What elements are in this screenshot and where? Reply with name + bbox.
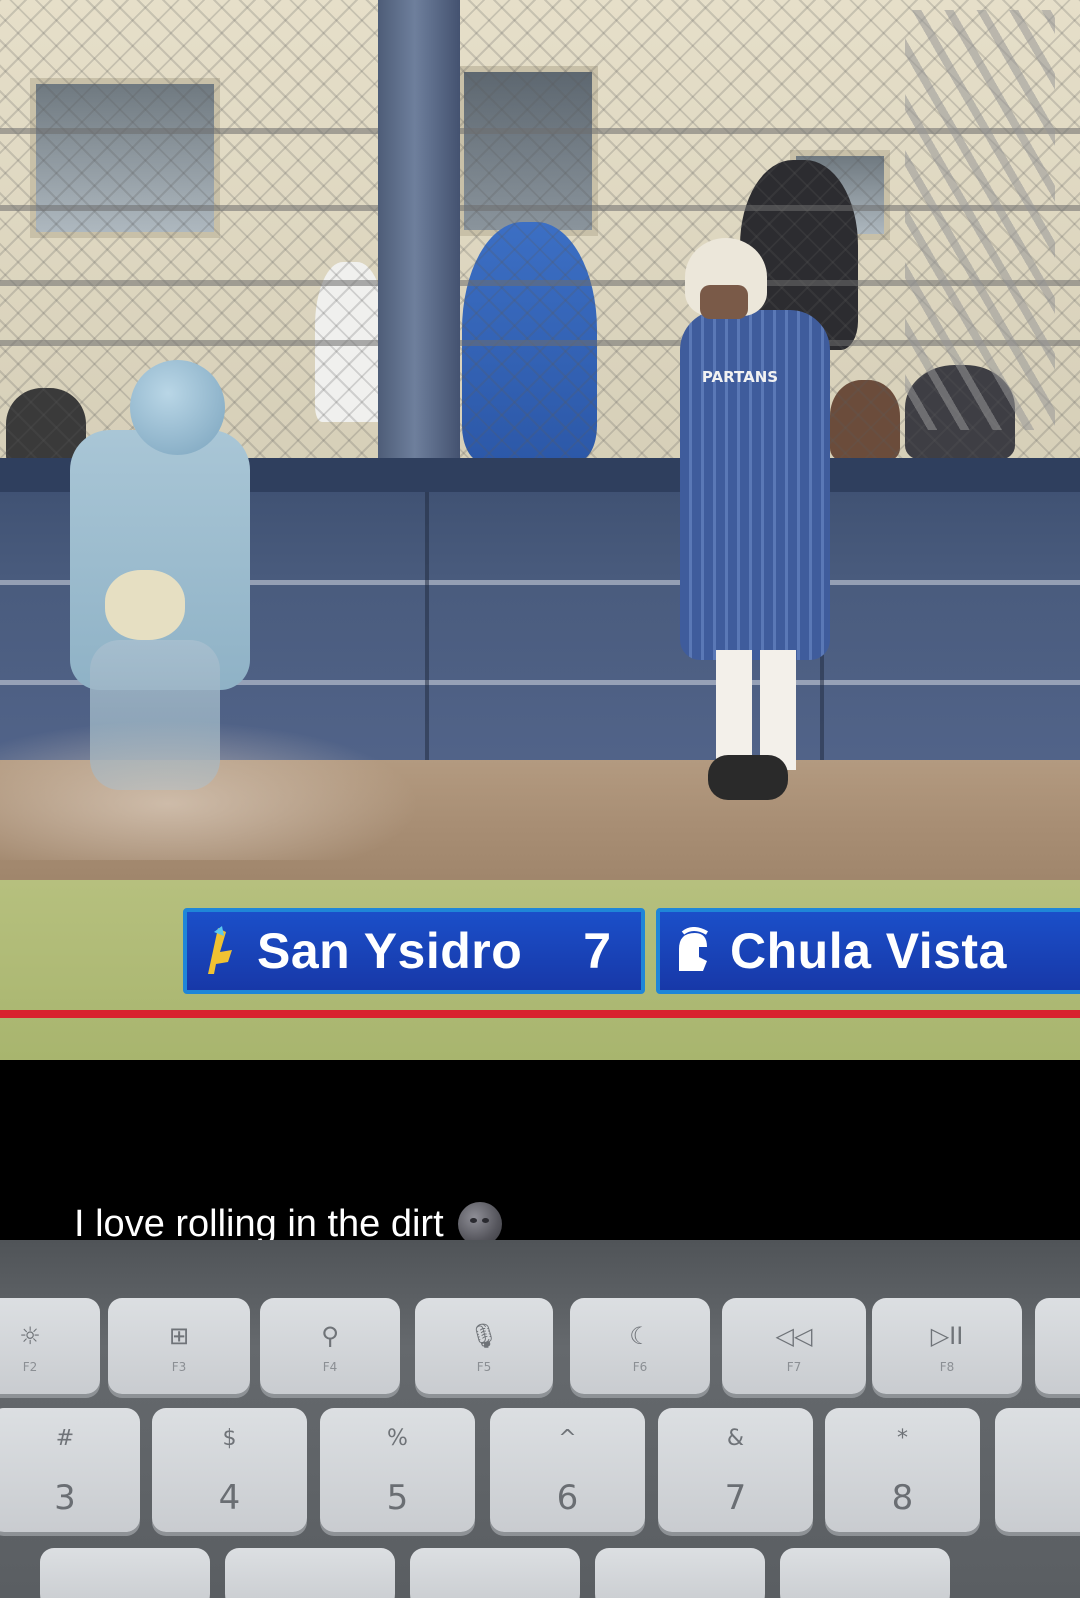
spartan-helmet-icon [670, 921, 716, 981]
batter [680, 310, 830, 660]
stair-railing [905, 10, 1055, 430]
dust-cloud [0, 720, 420, 860]
catcher-mitt [105, 570, 185, 640]
key-8: * 8 [825, 1408, 980, 1532]
rewind-icon: ◁◁ [775, 1322, 813, 1350]
key-row-partial [40, 1548, 210, 1598]
home-team-name: San Ysidro [257, 923, 523, 979]
key-5: % 5 [320, 1408, 475, 1532]
key-row-partial [410, 1548, 580, 1598]
tv-broadcast-frame: PARTANS San Ysidro 7 Chula Vista [0, 0, 1080, 1060]
key-4: $ 4 [152, 1408, 307, 1532]
key-f7: ◁◁ F7 [722, 1298, 866, 1394]
key-3: # 3 [0, 1408, 140, 1532]
home-team-score-box: San Ysidro 7 [183, 908, 645, 994]
key-f3: ⊞ F3 [108, 1298, 250, 1394]
scorebug-red-stripe [0, 1010, 1080, 1018]
key-row-partial [225, 1548, 395, 1598]
batter-socks [716, 650, 796, 770]
key-9 [995, 1408, 1080, 1532]
key-f5: 🎙 F5 [415, 1298, 553, 1394]
search-icon: ⚲ [321, 1322, 339, 1350]
key-7: & 7 [658, 1408, 813, 1532]
san-ysidro-logo-icon [197, 921, 243, 981]
wall-seam [425, 492, 429, 762]
key-f9 [1035, 1298, 1080, 1394]
key-row-partial [595, 1548, 765, 1598]
moon-icon: ☾ [629, 1322, 651, 1350]
key-f6: ☾ F6 [570, 1298, 710, 1394]
home-team-score: 7 [583, 923, 611, 979]
batter-cleats [708, 755, 788, 800]
brightness-icon: ☼ [19, 1322, 41, 1350]
key-f8: ▷II F8 [872, 1298, 1022, 1394]
key-row-partial [780, 1548, 950, 1598]
catcher-helmet [130, 360, 225, 455]
key-6: ^ 6 [490, 1408, 645, 1532]
mission-control-icon: ⊞ [168, 1322, 190, 1350]
away-team-score-box: Chula Vista [656, 908, 1080, 994]
batter-face [700, 285, 748, 319]
away-team-name: Chula Vista [730, 923, 1007, 979]
key-f4: ⚲ F4 [260, 1298, 400, 1394]
microphone-icon: 🎙 [468, 1322, 500, 1350]
jersey-lettering: PARTANS [701, 368, 779, 386]
backstop-pole [378, 0, 460, 505]
play-pause-icon: ▷II [930, 1322, 964, 1350]
key-f2: ☼ F2 [0, 1298, 100, 1394]
